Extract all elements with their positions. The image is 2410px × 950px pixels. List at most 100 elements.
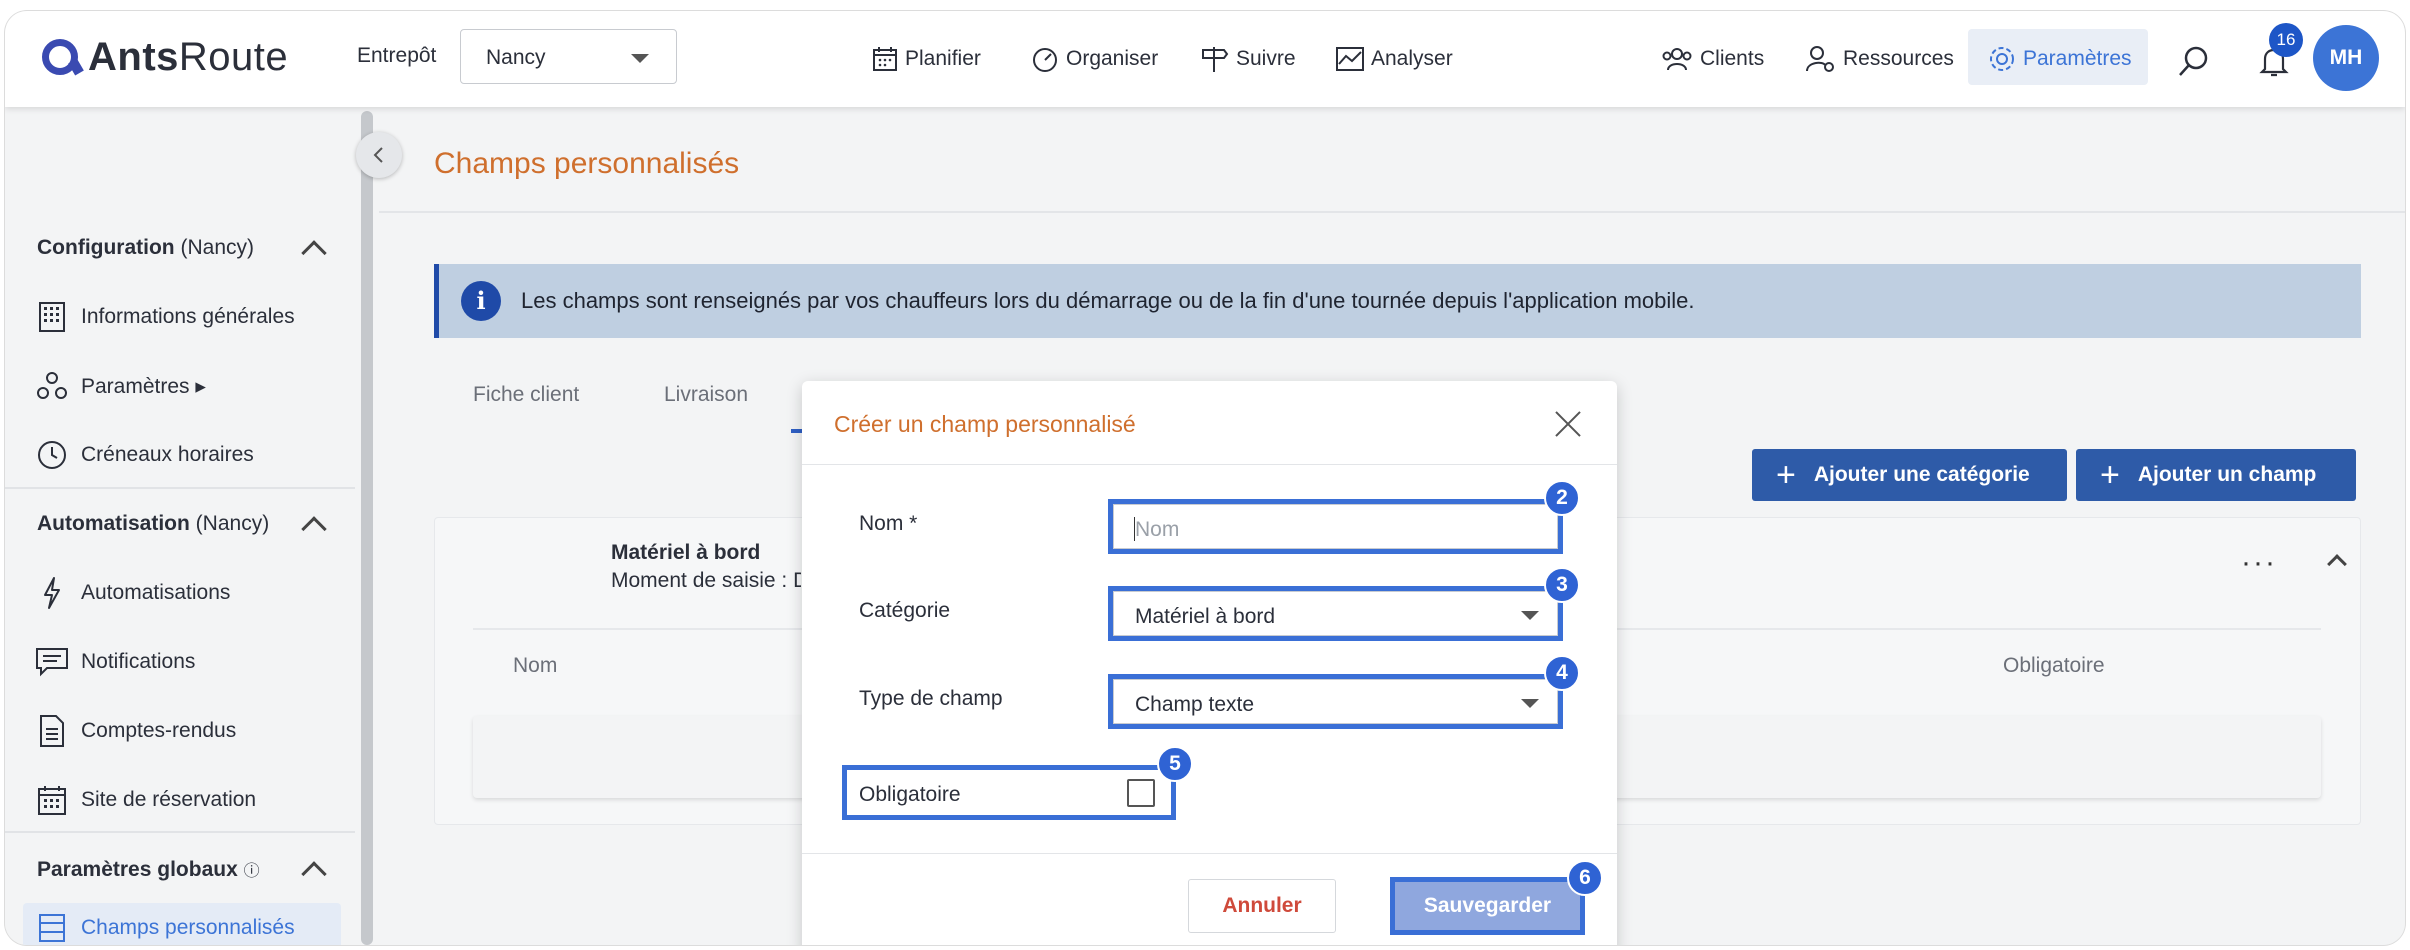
sidebar-collapse-button[interactable]: [356, 132, 402, 178]
sidebar-item-automatisations[interactable]: Automatisations: [35, 573, 230, 613]
sidebar-item-label: Site de réservation: [81, 788, 257, 811]
gear-icon: [1990, 47, 2014, 71]
obligatoire-label: Obligatoire: [859, 783, 961, 806]
sidebar-item-creneaux-horaires[interactable]: Créneaux horaires: [35, 435, 254, 475]
sidebar-section-parametres-globaux[interactable]: Paramètres globaux ⓘ: [37, 857, 260, 882]
sidebar-item-champs-personnalises[interactable]: Champs personnalisés: [35, 908, 295, 945]
top-navigation-bar: AntsRoute Entrepôt Nancy Planifier Organ…: [5, 11, 2405, 107]
create-field-modal: Créer un champ personnalisé Nom * Nom 2 …: [802, 381, 1617, 945]
calendar-icon: [38, 786, 66, 815]
categorie-selected-value: Matériel à bord: [1135, 605, 1276, 628]
info-icon: i: [461, 281, 501, 321]
sidebar-item-site-de-reservation[interactable]: Site de réservation: [35, 780, 256, 820]
step-badge: 6: [1567, 860, 1603, 896]
nav-ressources-label: Ressources: [1843, 47, 1954, 70]
info-icon: ⓘ: [243, 863, 260, 880]
sidebar-item-parametres[interactable]: Paramètres ▸: [35, 366, 206, 406]
sidebar-item-label: Notifications: [81, 650, 196, 673]
logo-mark-icon: [42, 39, 78, 75]
info-banner-text: Les champs sont renseignés par vos chauf…: [521, 288, 1695, 313]
add-category-button[interactable]: + Ajouter une catégorie: [1752, 449, 2067, 501]
more-options-icon[interactable]: ···: [2241, 546, 2277, 580]
clock-icon: [38, 441, 66, 469]
nom-label: Nom *: [859, 512, 918, 535]
nom-input[interactable]: Nom: [1108, 499, 1563, 554]
chart-icon: [1336, 47, 1364, 71]
modal-header: Créer un champ personnalisé: [802, 381, 1617, 465]
search-icon[interactable]: [2177, 44, 2211, 78]
categorie-label: Catégorie: [859, 599, 951, 622]
modal-footer-divider: [802, 853, 1617, 854]
nav-clients[interactable]: Clients: [1660, 41, 1764, 77]
page-title: Champs personnalisés: [434, 147, 740, 180]
nav-parametres[interactable]: Paramètres: [1987, 41, 2132, 77]
step-badge: 3: [1544, 567, 1580, 603]
avatar[interactable]: MH: [2313, 25, 2379, 91]
type-de-champ-selected-value: Champ texte: [1135, 693, 1255, 716]
speedometer-icon: [1033, 48, 1057, 72]
obligatoire-checkbox[interactable]: [1127, 779, 1155, 807]
app-window: AntsRoute Entrepôt Nancy Planifier Organ…: [5, 11, 2405, 945]
entrepot-select[interactable]: Nancy: [460, 29, 677, 84]
chevron-down-icon: [1521, 611, 1539, 620]
save-button-highlight: Sauvegarder: [1390, 877, 1585, 935]
calendar-icon: [873, 47, 897, 71]
plus-icon: +: [1776, 456, 1796, 494]
obligatoire-field: Obligatoire: [842, 765, 1176, 820]
column-header-nom: Nom: [513, 654, 558, 677]
entrepot-label: Entrepôt: [357, 44, 437, 67]
save-button[interactable]: Sauvegarder: [1395, 882, 1580, 930]
sidebar-item-label: Paramètres ▸: [81, 374, 206, 398]
sidebar-divider: [5, 831, 355, 833]
sidebar-item-informations-generales[interactable]: Informations générales: [35, 297, 295, 337]
sidebar-item-label: Comptes-rendus: [81, 719, 237, 742]
close-icon[interactable]: [1553, 409, 1583, 439]
type-de-champ-select[interactable]: Champ texte: [1108, 674, 1563, 729]
nav-organiser[interactable]: Organiser: [1030, 41, 1158, 77]
category-title: Matériel à bord: [611, 541, 761, 564]
nav-planifier[interactable]: Planifier: [871, 41, 981, 77]
nav-organiser-label: Organiser: [1066, 47, 1159, 70]
nav-planifier-label: Planifier: [905, 47, 981, 70]
step-badge: 5: [1157, 746, 1193, 782]
nav-suivre-label: Suivre: [1236, 47, 1296, 70]
sidebar-section-configuration[interactable]: Configuration (Nancy): [37, 236, 254, 260]
chevron-down-icon: [631, 54, 649, 63]
cancel-button[interactable]: Annuler: [1188, 879, 1336, 933]
nav-suivre[interactable]: Suivre: [1200, 41, 1296, 77]
sidebar-scrollbar[interactable]: [361, 111, 373, 945]
type-de-champ-label: Type de champ: [859, 687, 1003, 710]
sidebar-item-comptes-rendus[interactable]: Comptes-rendus: [35, 711, 236, 751]
building-icon: [39, 302, 65, 332]
column-header-obligatoire: Obligatoire: [2003, 654, 2105, 677]
category-subtitle: Moment de saisie : D: [611, 569, 801, 592]
step-badge: 4: [1544, 655, 1580, 691]
table-icon: [39, 914, 65, 942]
info-banner: i Les champs sont renseignés par vos cha…: [434, 264, 2361, 338]
nom-input-placeholder: Nom: [1135, 518, 1180, 541]
notification-count-badge: 16: [2269, 23, 2303, 57]
tab-fiche-client[interactable]: Fiche client: [473, 383, 579, 407]
signpost-icon: [1202, 47, 1229, 72]
chevron-left-icon: [373, 147, 383, 163]
sidebar-item-label: Informations générales: [81, 305, 295, 328]
nav-clients-label: Clients: [1700, 47, 1765, 70]
add-field-button[interactable]: + Ajouter un champ: [2076, 449, 2356, 501]
nav-analyser-label: Analyser: [1371, 47, 1453, 70]
plus-icon: +: [2100, 456, 2120, 494]
modal-title: Créer un champ personnalisé: [834, 411, 1136, 437]
entrepot-selected-value: Nancy: [486, 46, 546, 69]
user-gear-icon: [1806, 46, 1834, 72]
sidebar-item-notifications[interactable]: Notifications: [35, 642, 195, 682]
nav-ressources[interactable]: Ressources: [1805, 41, 1954, 77]
sidebar-section-automatisation[interactable]: Automatisation (Nancy): [37, 512, 269, 536]
chevron-down-icon: [1521, 699, 1539, 708]
categorie-select[interactable]: Matériel à bord: [1108, 586, 1563, 641]
nodes-icon: [37, 372, 67, 399]
tab-livraison[interactable]: Livraison: [664, 383, 748, 407]
sidebar-divider: [5, 487, 355, 489]
nav-analyser[interactable]: Analyser: [1335, 41, 1453, 77]
document-icon: [40, 715, 64, 747]
antsroute-logo[interactable]: AntsRoute: [42, 33, 288, 81]
step-badge: 2: [1544, 480, 1580, 516]
